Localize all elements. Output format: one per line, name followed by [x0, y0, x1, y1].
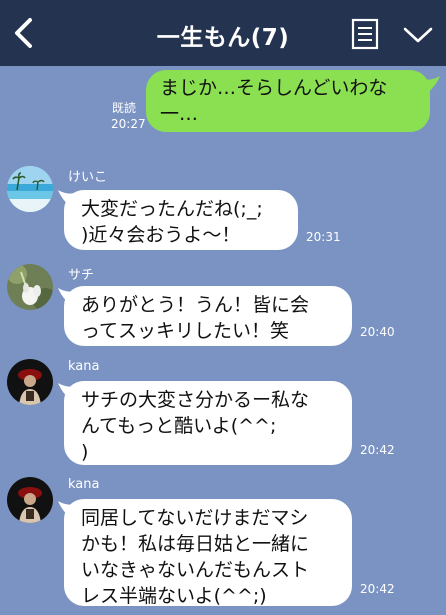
message-time: 20:27	[111, 117, 146, 131]
document-menu-icon	[351, 18, 379, 50]
chat-header: 一生もん(7)	[0, 0, 446, 66]
sender-name: サチ	[68, 268, 95, 283]
sender-name: けいこ	[68, 170, 108, 185]
message-bubble[interactable]: 大変だったんだね(;_; )近々会おうよ〜！	[64, 190, 298, 250]
beach-photo-icon	[7, 166, 53, 212]
expand-button[interactable]	[402, 24, 434, 46]
message-time: 20:31	[306, 230, 341, 244]
message-time: 20:42	[360, 582, 395, 596]
read-receipt: 既読	[112, 101, 137, 115]
message-time: 20:40	[360, 325, 395, 339]
sender-name: kana	[68, 359, 100, 374]
avatar[interactable]	[7, 264, 53, 310]
flower-photo-icon	[7, 264, 53, 310]
message-bubble[interactable]: まじか…そらしんどいわな 一…	[146, 70, 430, 132]
avatar[interactable]	[7, 477, 53, 523]
sender-name: kana	[68, 477, 100, 492]
message-time: 20:42	[360, 443, 395, 457]
message-bubble[interactable]: 同居してないだけまだマシ かも！私は毎日姑と一緒に いなきゃないんだもんスト レ…	[64, 499, 352, 607]
person-photo-icon	[7, 477, 53, 523]
avatar[interactable]	[7, 166, 53, 212]
message-bubble[interactable]: サチの大変さ分かるー私な んてもっと酷いよ(^^; )	[64, 381, 352, 465]
menu-button[interactable]	[350, 18, 380, 50]
chevron-down-icon	[403, 27, 433, 43]
person-photo-icon	[7, 359, 53, 405]
message-bubble[interactable]: ありがとう！うん！皆に会 ってスッキリしたい！笑	[64, 286, 352, 346]
avatar[interactable]	[7, 359, 53, 405]
